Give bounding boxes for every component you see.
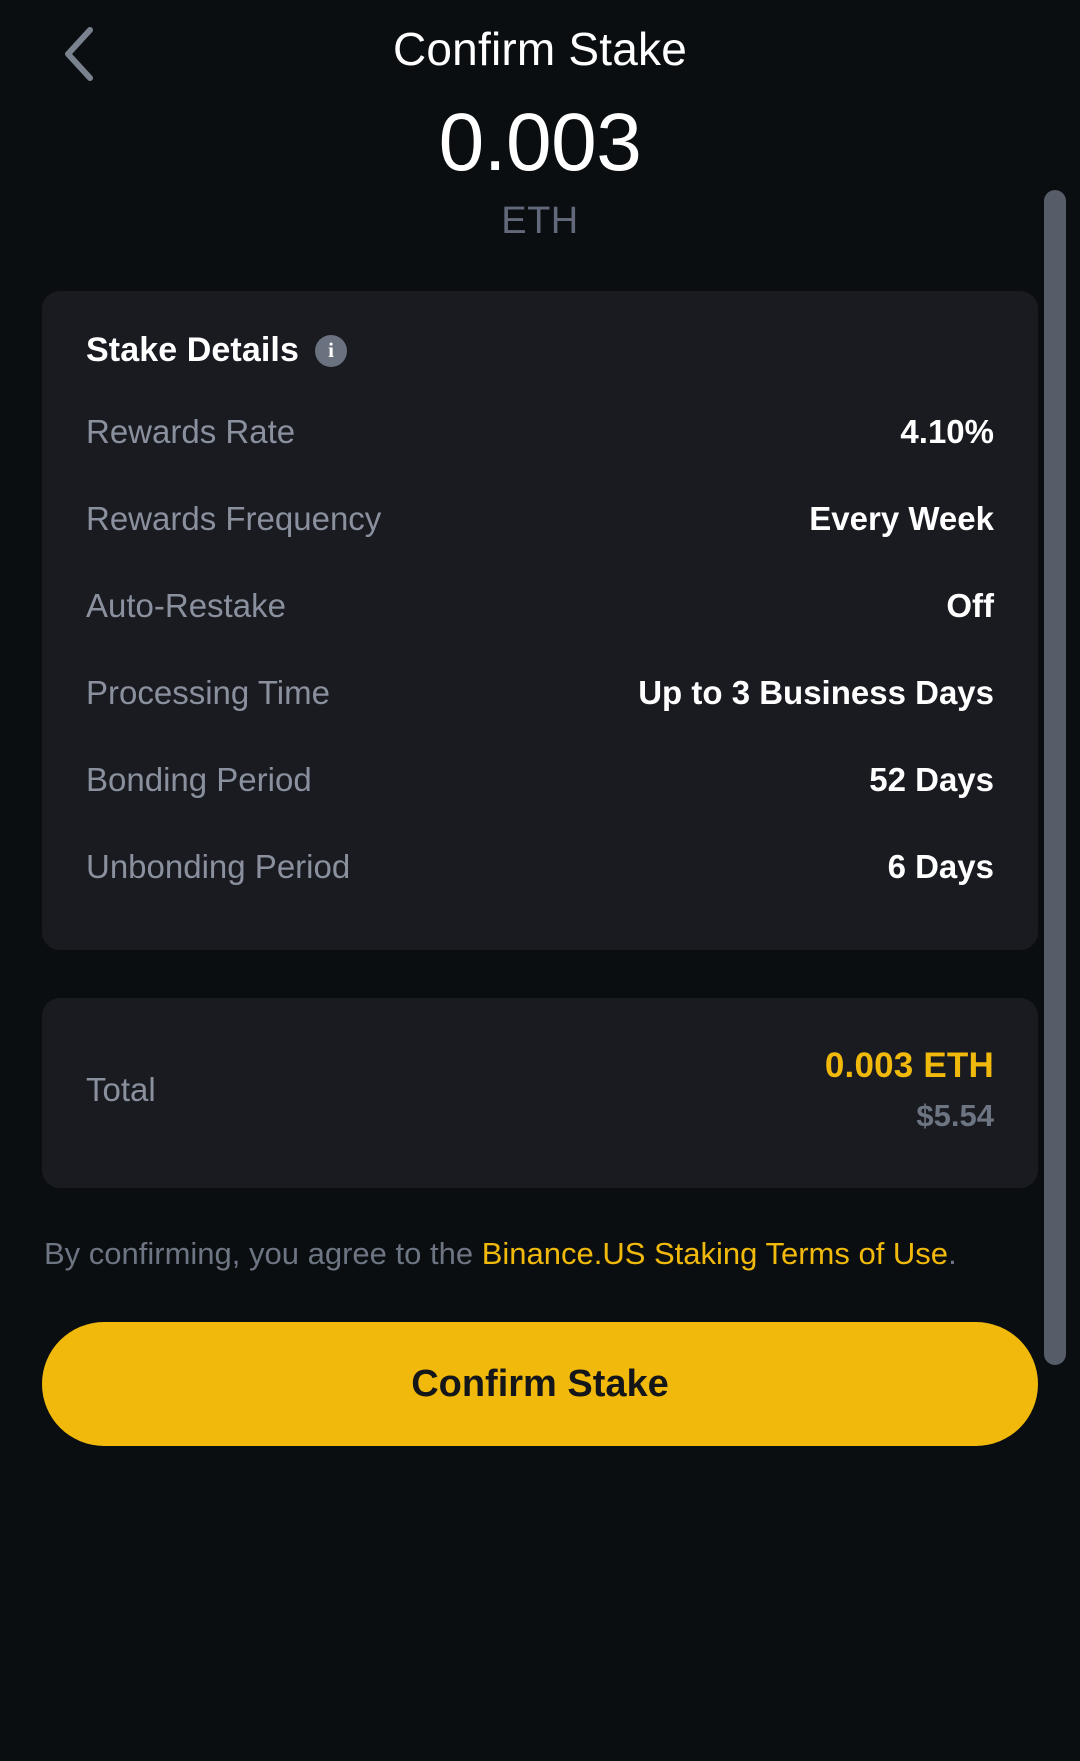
total-fiat-amount: $5.54	[916, 1098, 994, 1134]
stake-amount-symbol: ETH	[501, 200, 579, 243]
detail-label: Processing Time	[86, 674, 330, 712]
detail-label: Bonding Period	[86, 761, 312, 799]
detail-label: Auto-Restake	[86, 587, 286, 625]
terms-prefix: By confirming, you agree to the	[44, 1236, 482, 1272]
stake-amount-value: 0.003	[438, 97, 642, 188]
detail-value: 4.10%	[900, 413, 994, 451]
detail-row-rewards-rate: Rewards Rate 4.10%	[86, 388, 994, 475]
detail-label: Rewards Rate	[86, 413, 296, 451]
terms-suffix: .	[948, 1236, 957, 1272]
stake-details-header: Stake Details i	[86, 331, 994, 370]
stake-details-card: Stake Details i Rewards Rate 4.10% Rewar…	[42, 291, 1038, 951]
detail-row-unbonding-period: Unbonding Period 6 Days	[86, 823, 994, 910]
info-icon[interactable]: i	[314, 334, 347, 367]
detail-row-auto-restake: Auto-Restake Off	[86, 562, 994, 649]
detail-value: 6 Days	[887, 848, 994, 886]
detail-value: Every Week	[809, 500, 994, 538]
detail-value: Up to 3 Business Days	[638, 674, 994, 712]
stake-details-title: Stake Details	[86, 331, 299, 370]
total-crypto-amount: 0.003 ETH	[824, 1046, 994, 1086]
stake-amount: 0.003 ETH	[0, 97, 1080, 243]
total-card: Total 0.003 ETH $5.54	[42, 998, 1038, 1189]
scrollbar-track	[1044, 0, 1066, 1761]
detail-label: Unbonding Period	[86, 848, 351, 886]
page-title: Confirm Stake	[392, 23, 688, 75]
detail-row-bonding-period: Bonding Period 52 Days	[86, 736, 994, 823]
detail-value: 52 Days	[869, 761, 994, 799]
header: Confirm Stake	[0, 0, 1080, 108]
terms-of-use-link[interactable]: Binance.US Staking Terms of Use	[482, 1236, 948, 1271]
confirm-stake-button[interactable]: Confirm Stake	[42, 1322, 1038, 1447]
total-label: Total	[86, 1071, 156, 1109]
confirm-stake-screen: Confirm Stake 0.003 ETH Stake Details i …	[0, 0, 1080, 1761]
detail-row-rewards-frequency: Rewards Frequency Every Week	[86, 475, 994, 562]
detail-label: Rewards Frequency	[86, 500, 382, 538]
detail-row-processing-time: Processing Time Up to 3 Business Days	[86, 649, 994, 736]
total-values: 0.003 ETH $5.54	[825, 1046, 994, 1134]
scrollbar-thumb[interactable]	[1044, 190, 1066, 1365]
terms-disclaimer: By confirming, you agree to the Binance.…	[44, 1232, 1036, 1276]
detail-value: Off	[946, 587, 994, 625]
